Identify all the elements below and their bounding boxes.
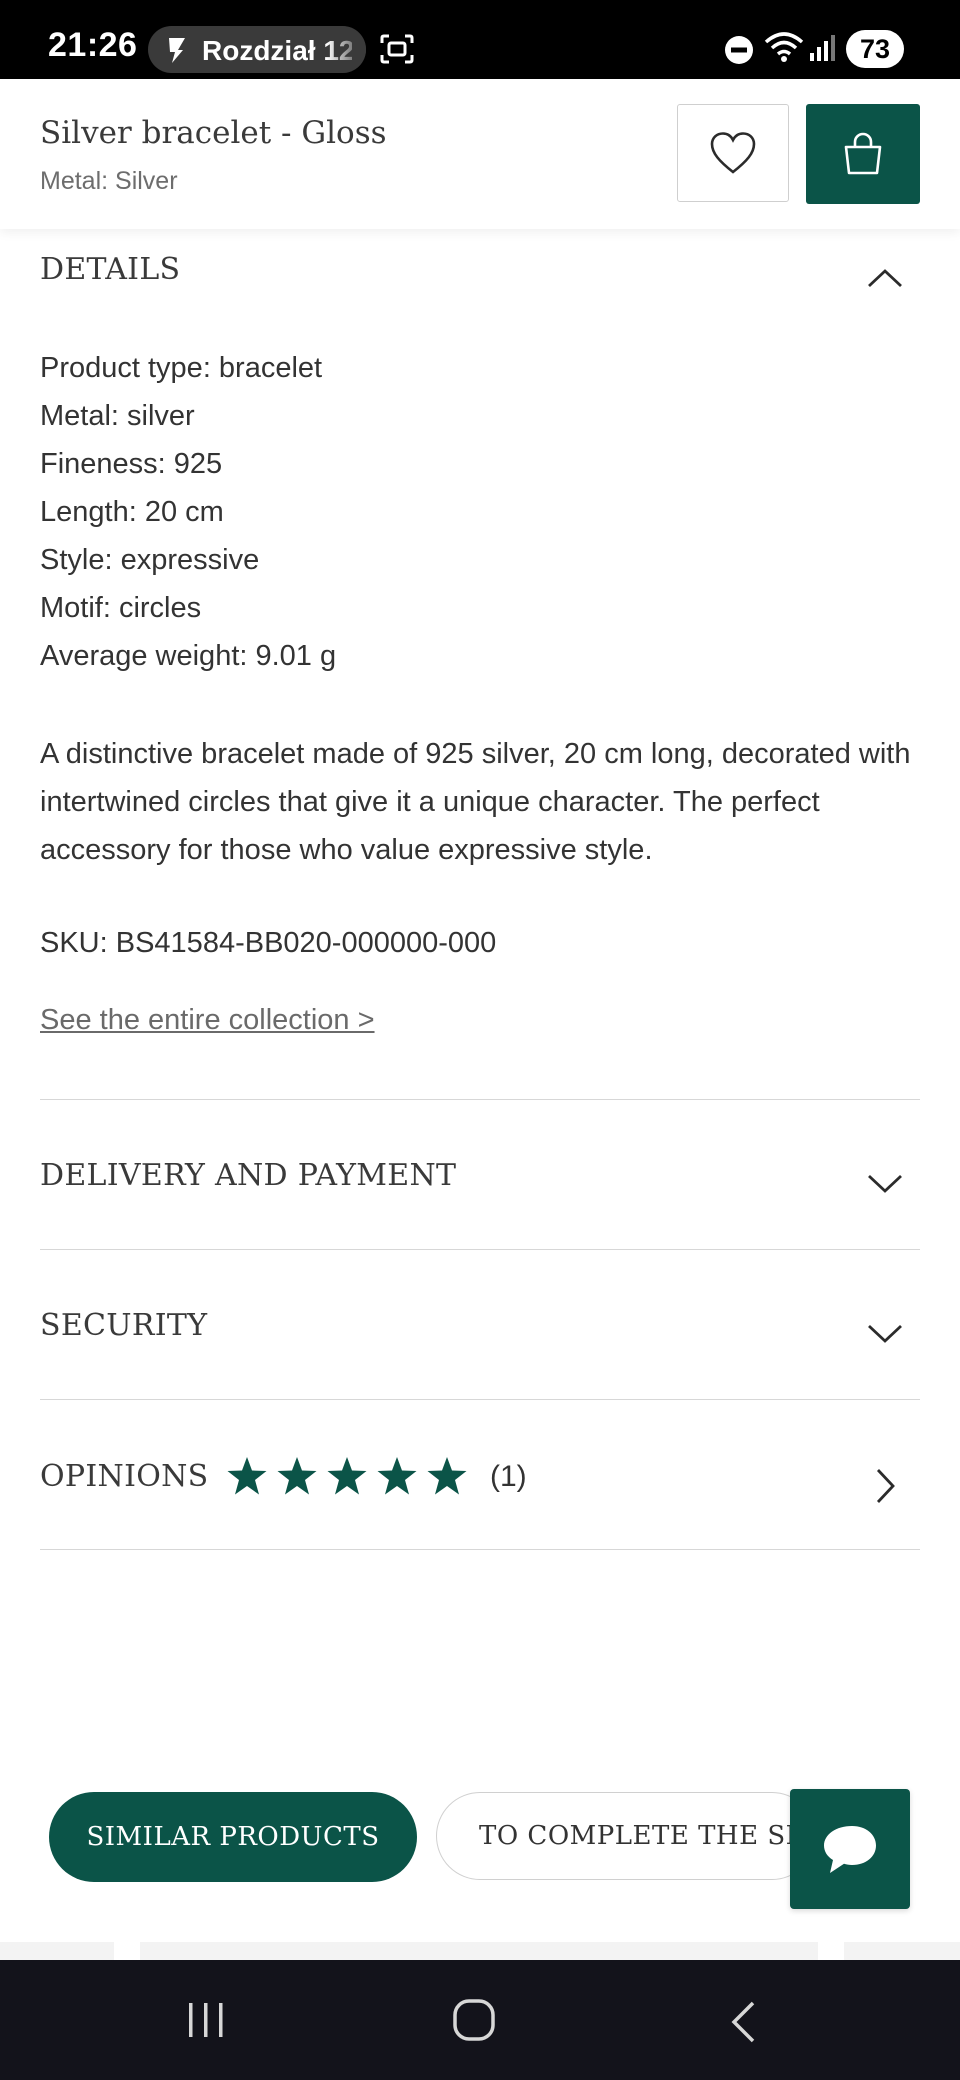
spec-style: Style: expressive — [40, 544, 260, 576]
product-header: Silver bracelet - Gloss Metal: Silver — [0, 79, 960, 229]
tab-similar-products[interactable]: SIMILAR PRODUCTS — [49, 1792, 417, 1882]
notification-pill[interactable]: Rozdział 12 — [148, 26, 366, 73]
clock: 21:26 — [48, 26, 138, 64]
screenshot-icon — [380, 34, 414, 64]
status-bar: 21:26 Rozdział 12 73 — [0, 0, 960, 79]
chat-button[interactable] — [790, 1789, 910, 1909]
divider — [40, 1549, 920, 1550]
pill-fade — [326, 26, 366, 73]
security-section-title[interactable]: SECURITY — [40, 1308, 207, 1343]
product-description: A distinctive bracelet made of 925 silve… — [40, 738, 911, 866]
chevron-up-icon[interactable] — [866, 266, 904, 290]
wifi-icon — [764, 32, 804, 62]
shopping-bag-icon — [844, 132, 882, 175]
product-subtitle: Metal: Silver — [40, 167, 178, 195]
do-not-disturb-icon — [725, 36, 753, 64]
spec-motif: Motif: circles — [40, 592, 202, 624]
tab-complete-the-set[interactable]: TO COMPLETE THE SET — [436, 1792, 816, 1880]
rating-stars — [226, 1456, 468, 1496]
star-icon — [277, 1457, 317, 1495]
spec-length: Length: 20 cm — [40, 496, 224, 528]
battery-indicator: 73 — [846, 30, 904, 68]
see-collection-link[interactable]: See the entire collection > — [40, 1004, 375, 1037]
add-to-cart-button[interactable] — [806, 104, 920, 204]
system-nav-bar — [0, 1960, 960, 2080]
card-gap — [114, 1942, 140, 1960]
spec-fineness: Fineness: 925 — [40, 448, 223, 480]
chevron-down-icon[interactable] — [866, 1172, 904, 1196]
wishlist-button[interactable] — [677, 104, 789, 202]
app-notification-icon — [169, 38, 185, 63]
card-gap — [818, 1942, 844, 1960]
divider — [40, 1399, 920, 1400]
home-icon[interactable] — [452, 1998, 496, 2042]
divider — [40, 1099, 920, 1100]
spec-weight: Average weight: 9.01 g — [40, 640, 337, 672]
recent-apps-icon[interactable] — [186, 2000, 226, 2040]
signal-icon — [810, 35, 835, 61]
heart-icon — [710, 132, 756, 174]
star-icon — [377, 1457, 417, 1495]
delivery-section-title[interactable]: DELIVERY AND PAYMENT — [40, 1158, 456, 1193]
chat-bubble-icon — [824, 1826, 876, 1873]
divider — [40, 1249, 920, 1250]
star-icon — [227, 1457, 267, 1495]
product-cards-strip — [0, 1942, 960, 1960]
product-title: Silver bracelet - Gloss — [40, 115, 387, 151]
product-sku: SKU: BS41584-BB020-000000-000 — [40, 927, 497, 959]
chevron-down-icon[interactable] — [866, 1322, 904, 1346]
star-icon — [427, 1457, 467, 1495]
opinions-count: (1) — [490, 1460, 527, 1493]
spec-metal: Metal: silver — [40, 400, 195, 432]
opinions-section-title[interactable]: OPINIONS — [40, 1459, 209, 1494]
back-icon[interactable] — [728, 2000, 758, 2044]
details-section-title[interactable]: DETAILS — [40, 252, 180, 287]
chevron-right-icon[interactable] — [874, 1467, 898, 1505]
star-icon — [327, 1457, 367, 1495]
spec-product-type: Product type: bracelet — [40, 352, 323, 384]
